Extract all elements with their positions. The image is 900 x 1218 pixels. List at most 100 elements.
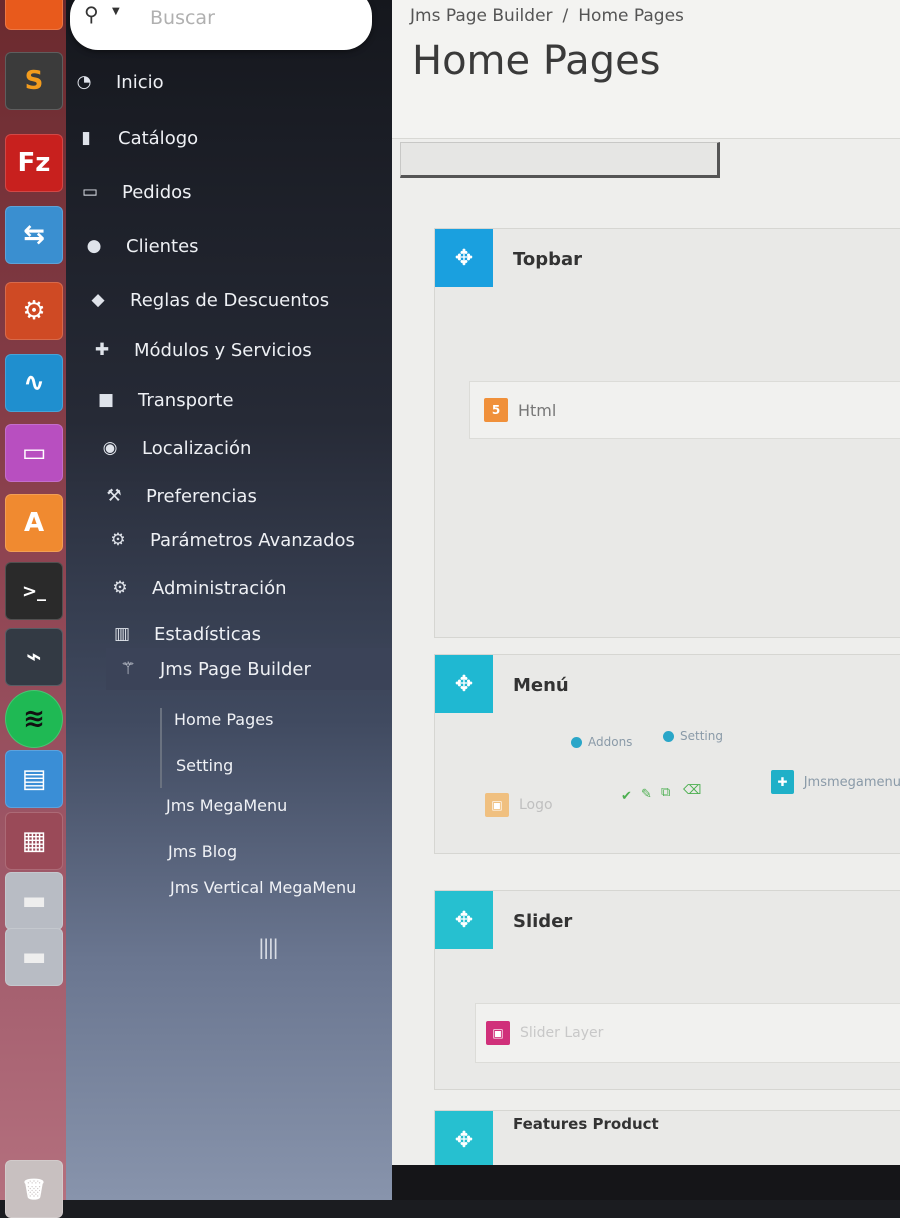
sidebar-item-label: Localización [142,437,252,459]
block-html[interactable]: 5 Html [469,381,900,439]
sidebar-item-label: Inicio [116,71,164,93]
book-icon: ▮ [81,128,91,148]
network-icon[interactable]: ⇆ [5,206,63,264]
dashboard-icon: ◔ [76,72,92,92]
sidebar-item-label: Clientes [126,235,199,257]
sidebar-item-catalogo[interactable]: ▮ Catálogo [74,118,198,158]
block-label: Logo [519,797,553,813]
page-header: Jms Page Builder / Home Pages Home Pages [392,0,900,139]
breadcrumb-parent[interactable]: Jms Page Builder [410,6,553,26]
page-select[interactable] [400,142,720,178]
search-input[interactable] [148,6,352,30]
sublime-icon[interactable]: S [5,52,63,110]
subitem-home-pages[interactable]: Home Pages [174,710,273,729]
section-menu: ✥ Menú Addons Setting ▣ Logo ✔ ✎ ⧉ ⌫ ✚ J… [434,654,900,854]
move-icon[interactable]: ✥ [435,1111,493,1169]
sidebar-item-preferencias[interactable]: ⚒ Preferencias [102,476,257,516]
sidebar-collapse-handle[interactable]: |||| [258,935,279,959]
section-topbar: ✥ Topbar 5 Html [434,228,900,638]
filezilla-icon[interactable]: Fz [5,134,63,192]
search-box: ⚲ ▼ [70,0,372,50]
admin-sidebar: ⚲ ▼ ◔ Inicio ▮ Catálogo ▭ Pedidos ● Clie… [66,0,392,1200]
copy-icon[interactable]: ⧉ [661,785,670,800]
window-app-icon[interactable]: ▭ [5,424,63,482]
users-icon: ● [86,236,102,256]
software-center-icon[interactable]: A [5,494,63,552]
sidebar-item-jms-megamenu[interactable]: Jms MegaMenu [166,796,287,815]
trash-icon[interactable]: 🗑 [5,1160,63,1218]
addons-button[interactable]: Addons [571,735,632,749]
drive-icon-2[interactable]: ▬ [5,928,63,986]
monitor-bezel [392,1165,900,1200]
sidebar-item-label: Transporte [138,389,234,411]
sidebar-item-label: Estadísticas [154,623,262,645]
system-monitor-icon[interactable]: ∿ [5,354,63,412]
section-title: Features Product [513,1115,659,1133]
block-label: Html [518,400,557,420]
section-title: Menú [513,675,569,696]
sidebar-item-label: Jms Page Builder [160,658,311,680]
html5-icon: 5 [484,398,508,422]
section-slider: ✥ Slider ▣ Slider Layer [434,890,900,1090]
sidebar-item-inicio[interactable]: ◔ Inicio [72,62,164,102]
block-label: Jmsmegamenu [803,774,900,790]
sidebar-item-label: Pedidos [122,181,192,203]
breadcrumb-current: Home Pages [578,6,684,26]
section-title: Slider [513,911,573,932]
move-icon[interactable]: ✥ [435,655,493,713]
settings-tool-icon[interactable]: ⚙ [5,282,63,340]
magic-wand-icon: ⚚ [120,659,136,679]
sidebar-item-label: Catálogo [118,127,199,149]
tags-icon: ◆ [91,290,105,310]
bar-chart-icon: ▥ [113,624,131,644]
firefox-icon[interactable] [5,0,63,30]
sidebar-item-pedidos[interactable]: ▭ Pedidos [78,172,192,212]
section-title: Topbar [513,249,583,270]
document-viewer-icon[interactable]: ▤ [5,750,63,808]
sidebar-item-transporte[interactable]: ■ Transporte [94,380,234,420]
move-icon[interactable]: ✥ [435,891,493,949]
image-icon: ▣ [485,793,509,817]
sidebar-item-jms-blog[interactable]: Jms Blog [168,842,237,861]
sidebar-item-label: Preferencias [146,485,257,507]
wrench-icon: ⚒ [106,486,122,506]
sidebar-item-administracion[interactable]: ⚙ Administración [108,568,286,608]
truck-icon: ■ [97,390,115,410]
block-jmsmegamenu[interactable]: ✚ Jmsmegamenu [765,765,900,799]
terminal-icon[interactable]: >_ [5,562,63,620]
sidebar-item-parametros-avanzados[interactable]: ⚙ Parámetros Avanzados [106,520,355,560]
sidebar-item-reglas-de-descuentos[interactable]: ◆ Reglas de Descuentos [86,280,329,320]
move-icon[interactable]: ✥ [435,229,493,287]
sidebar-item-clientes[interactable]: ● Clientes [82,226,199,266]
plus-circle-icon [571,736,582,748]
submenu-divider [160,708,162,788]
activity-monitor-icon[interactable]: ⌁ [5,628,63,686]
sidebar-item-label: Reglas de Descuentos [130,289,330,311]
sidebar-item-localizacion[interactable]: ◉ Localización [98,428,252,468]
puzzle-icon: ✚ [94,340,110,360]
globe-icon: ◉ [102,438,118,458]
sidebar-item-label: Parámetros Avanzados [150,529,355,551]
workspace-switcher-icon[interactable]: ▦ [5,812,63,870]
sidebar-item-label: Módulos y Servicios [134,339,312,361]
spotify-icon[interactable]: ≋ [5,690,63,748]
cog-icon: ⚙ [112,578,128,598]
breadcrumb: Jms Page Builder / Home Pages [410,6,684,26]
sidebar-item-jms-page-builder[interactable]: ⚚ Jms Page Builder [106,648,392,690]
sidebar-item-modulos-y-servicios[interactable]: ✚ Módulos y Servicios [90,330,312,370]
subitem-setting[interactable]: Setting [176,756,233,775]
drive-icon[interactable]: ▬ [5,872,63,930]
chevron-down-icon[interactable]: ▼ [112,6,120,17]
block-logo[interactable]: ▣ Logo [475,783,625,827]
setting-button[interactable]: Setting [663,729,723,743]
delete-icon[interactable]: ⌫ [683,783,701,798]
sidebar-item-jms-vertical-megamenu[interactable]: Jms Vertical MegaMenu [170,878,356,897]
search-icon[interactable]: ⚲ [84,2,99,26]
edit-icon[interactable]: ✎ [641,787,652,802]
block-slider-layer[interactable]: ▣ Slider Layer [475,1003,900,1063]
credit-card-icon: ▭ [81,182,99,202]
puzzle-icon: ✚ [771,770,794,794]
check-icon[interactable]: ✔ [621,789,632,804]
main-content: Jms Page Builder / Home Pages Home Pages ✥… [392,0,900,1200]
unity-launcher: S Fz ⇆ ⚙ ∿ ▭ A >_ ⌁ ≋ ▤ ▦ ▬ ▬ 🗑 [0,0,66,1218]
